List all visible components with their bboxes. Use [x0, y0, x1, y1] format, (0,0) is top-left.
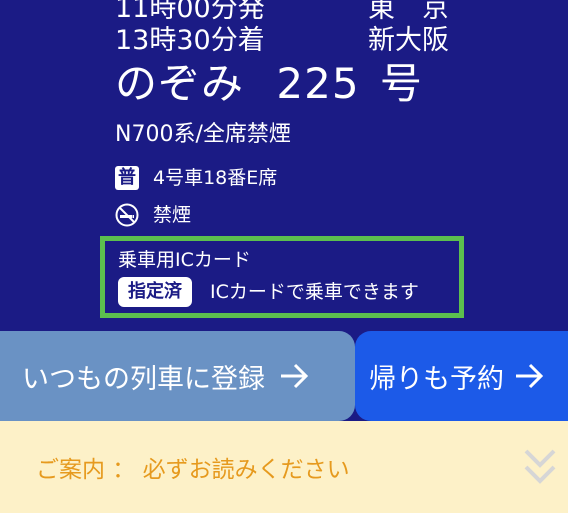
depart-time: 11時00分発: [115, 0, 265, 24]
notice-bar[interactable]: ご案内 ： 必ずお読みください: [0, 421, 568, 513]
ic-card-status-badge: 指定済: [118, 277, 192, 307]
ic-card-panel: 乗車用ICカード 指定済 ICカードで乗車できます: [100, 236, 464, 318]
seat-text: 4号車18番E席: [153, 167, 278, 189]
no-smoking-icon: [115, 203, 139, 227]
book-return-button[interactable]: 帰りも予約: [355, 331, 568, 421]
return-button-label: 帰りも予約: [369, 363, 504, 395]
ic-card-title: 乗車用ICカード: [118, 249, 251, 271]
register-regular-train-button[interactable]: いつもの列車に登録: [0, 331, 355, 421]
register-button-label: いつもの列車に登録: [22, 363, 265, 395]
smoking-text: 禁煙: [153, 204, 192, 226]
train-suffix: 号: [379, 59, 423, 108]
ic-card-message: ICカードで乗車できます: [210, 281, 419, 303]
train-number: 225: [276, 59, 360, 108]
train-name: のぞみ: [115, 59, 245, 108]
ic-card-status-row: 指定済 ICカードで乗車できます: [118, 277, 419, 307]
train-name-line: のぞみ 225 号: [115, 60, 423, 108]
notice-label: ご案内 ： 必ずお読みください: [36, 457, 350, 483]
arrive-time: 13時30分着: [115, 25, 265, 56]
double-chevron-down-icon: [522, 447, 558, 491]
arrow-right-icon: [279, 361, 309, 391]
seat-info: 普 4号車18番E席: [115, 166, 277, 190]
smoking-info: 禁煙: [115, 203, 191, 227]
arrive-station: 新大阪: [368, 25, 449, 56]
arrow-right-icon: [514, 361, 544, 391]
depart-station: 東 京: [368, 0, 449, 24]
ordinary-class-icon: 普: [115, 166, 139, 190]
train-type: N700系/全席禁煙: [115, 122, 291, 147]
